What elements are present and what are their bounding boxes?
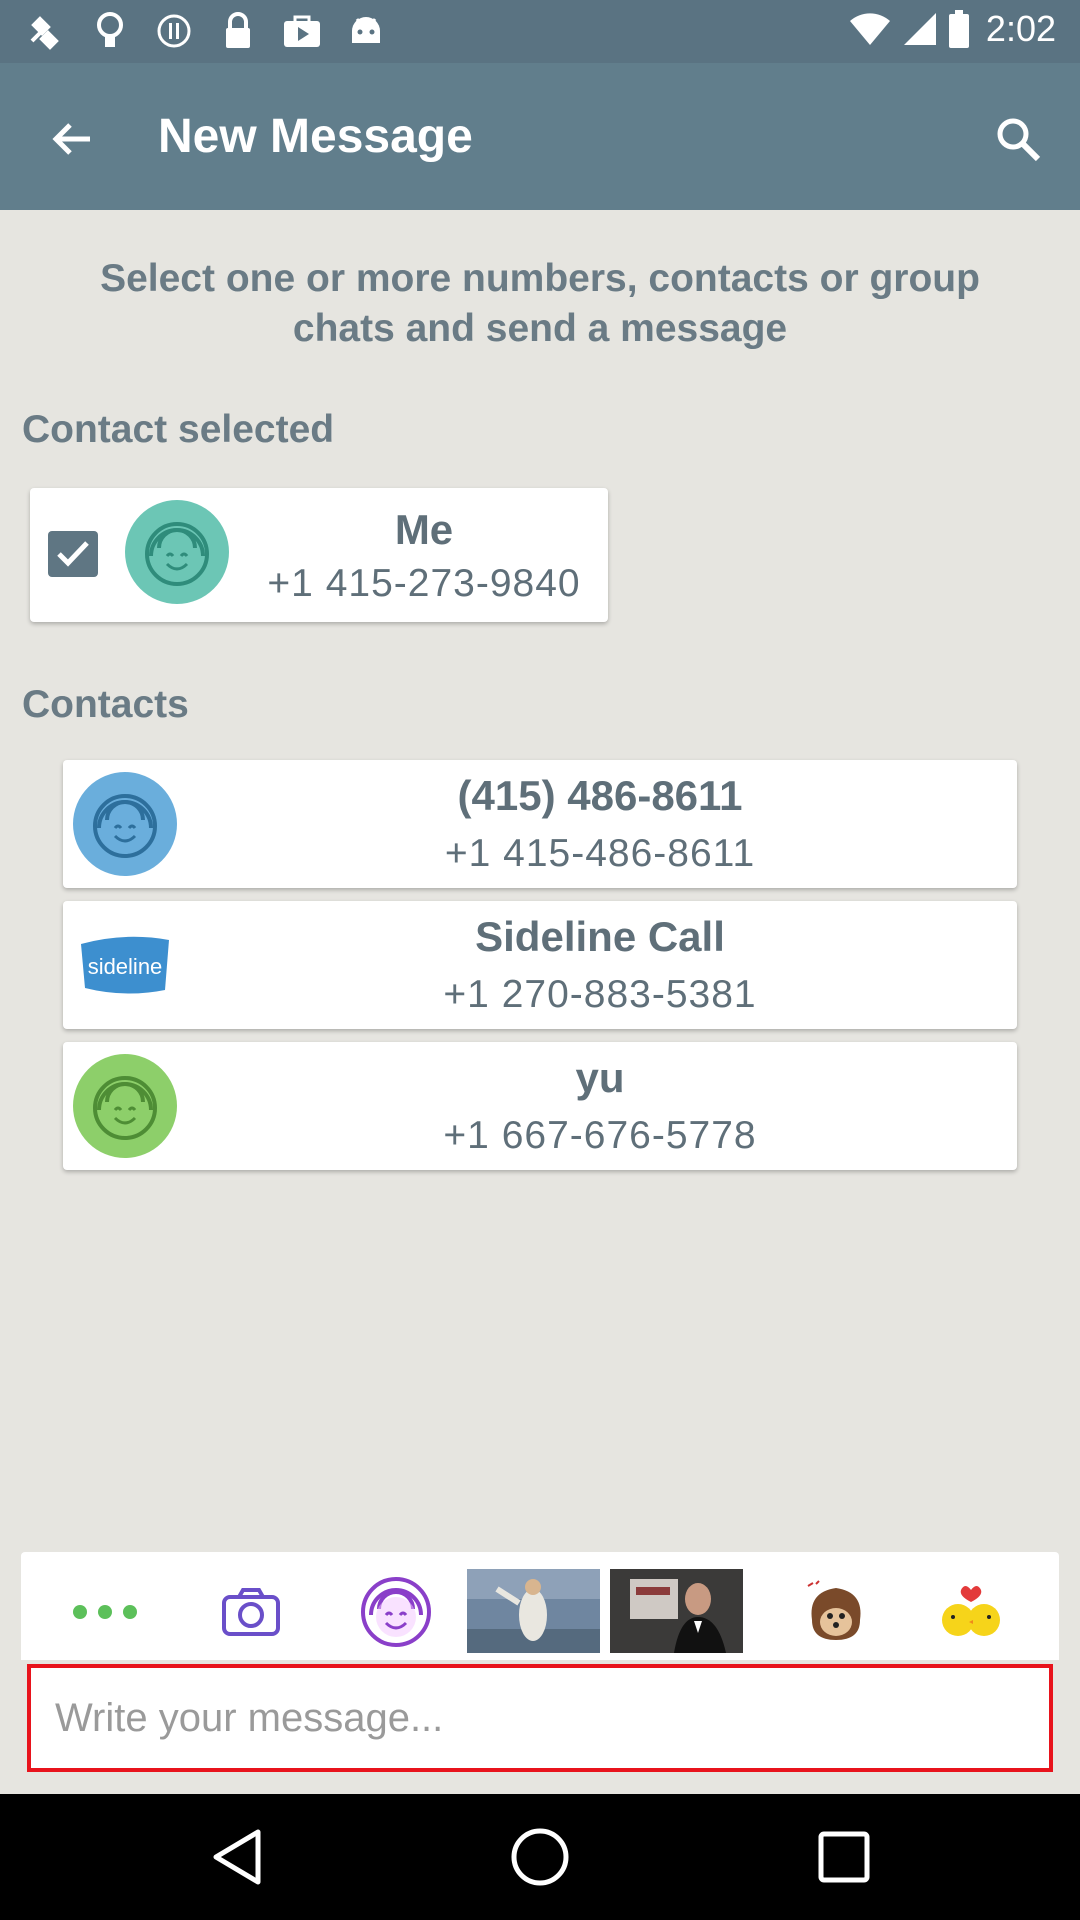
avatar — [73, 772, 177, 876]
smiley-avatar-icon — [93, 1076, 157, 1140]
triangle-back-icon — [213, 1829, 261, 1885]
contact-card[interactable]: sideline Sideline Call +1 270-883-5381 — [63, 901, 1017, 1029]
gif-thumbnail-2[interactable] — [610, 1569, 743, 1653]
avatar — [125, 500, 229, 604]
kissing-chicks-sticker-icon — [942, 1586, 1000, 1636]
gif-thumbnail-1[interactable] — [467, 1569, 600, 1653]
check-icon — [57, 541, 89, 567]
more-icon — [73, 1605, 137, 1619]
status-bar: 2:02 — [0, 0, 1080, 63]
contact-name: (415) 486-8611 — [457, 772, 743, 819]
baseball-gif-image — [467, 1569, 600, 1653]
attachment-bar — [21, 1552, 1059, 1660]
wifi-icon — [849, 13, 890, 45]
fax-satellite-icon — [24, 10, 68, 52]
contact-card[interactable]: (415) 486-8611 +1 415-486-8611 — [63, 760, 1017, 888]
square-recents-icon — [818, 1831, 870, 1883]
sticker-button[interactable] — [351, 1570, 441, 1654]
cell-signal-icon — [903, 13, 936, 45]
app-bar: New Message — [0, 63, 1080, 210]
search-button[interactable] — [982, 103, 1054, 175]
selected-contact-card[interactable]: Me +1 415-273-9840 — [30, 488, 608, 622]
contact-number: +1 415-486-8611 — [444, 832, 756, 875]
info-icon — [152, 10, 196, 52]
hedgehog-sticker-icon — [807, 1580, 861, 1640]
contact-selected-label: Contact selected — [22, 408, 335, 451]
contact-name: Sideline Call — [475, 913, 725, 960]
sideline-logo-icon: sideline — [81, 936, 169, 994]
more-button[interactable] — [65, 1570, 145, 1654]
battery-icon — [948, 10, 969, 48]
arrow-back-icon — [52, 123, 90, 155]
message-input[interactable] — [27, 1664, 1053, 1772]
man-in-suit-gif-image — [610, 1569, 743, 1653]
play-store-icon — [280, 10, 324, 52]
avatar — [73, 1054, 177, 1158]
smiley-avatar-icon — [93, 794, 157, 858]
contacts-label: Contacts — [22, 683, 189, 726]
nav-home-button[interactable] — [500, 1817, 580, 1897]
contact-number: +1 270-883-5381 — [443, 973, 757, 1016]
bulb-icon — [88, 10, 132, 52]
contact-number: +1 415-273-9840 — [267, 562, 581, 605]
smiley-avatar-icon — [145, 522, 209, 586]
nav-back-button[interactable] — [196, 1817, 276, 1897]
contact-name: Me — [394, 506, 454, 553]
camera-button[interactable] — [211, 1570, 291, 1654]
contact-name: yu — [575, 1054, 625, 1101]
android-icon — [344, 10, 388, 52]
selected-checkbox[interactable] — [48, 531, 98, 577]
hedgehog-sticker[interactable] — [791, 1570, 881, 1654]
camera-icon — [222, 1588, 280, 1636]
status-time: 2:02 — [985, 8, 1056, 49]
status-icons — [24, 10, 388, 52]
contact-number: +1 667-676-5778 — [443, 1114, 757, 1157]
smiley-sticker-icon — [361, 1577, 431, 1647]
instruction-text: Select one or more numbers, contacts or … — [100, 257, 980, 350]
page-title: New Message — [158, 110, 473, 163]
sideline-logo: sideline — [73, 913, 177, 1017]
status-right: 2:02 — [848, 8, 1056, 50]
contact-card[interactable]: yu +1 667-676-5778 — [63, 1042, 1017, 1170]
nav-recents-button[interactable] — [804, 1817, 884, 1897]
navigation-bar — [0, 1794, 1080, 1920]
lock-icon — [216, 10, 260, 52]
signal-icons — [848, 10, 970, 48]
back-button[interactable] — [36, 103, 108, 175]
circle-home-icon — [511, 1828, 569, 1886]
kissing-chicks-sticker[interactable] — [926, 1570, 1016, 1654]
svg-text:sideline: sideline — [88, 954, 163, 979]
search-icon — [997, 118, 1041, 162]
